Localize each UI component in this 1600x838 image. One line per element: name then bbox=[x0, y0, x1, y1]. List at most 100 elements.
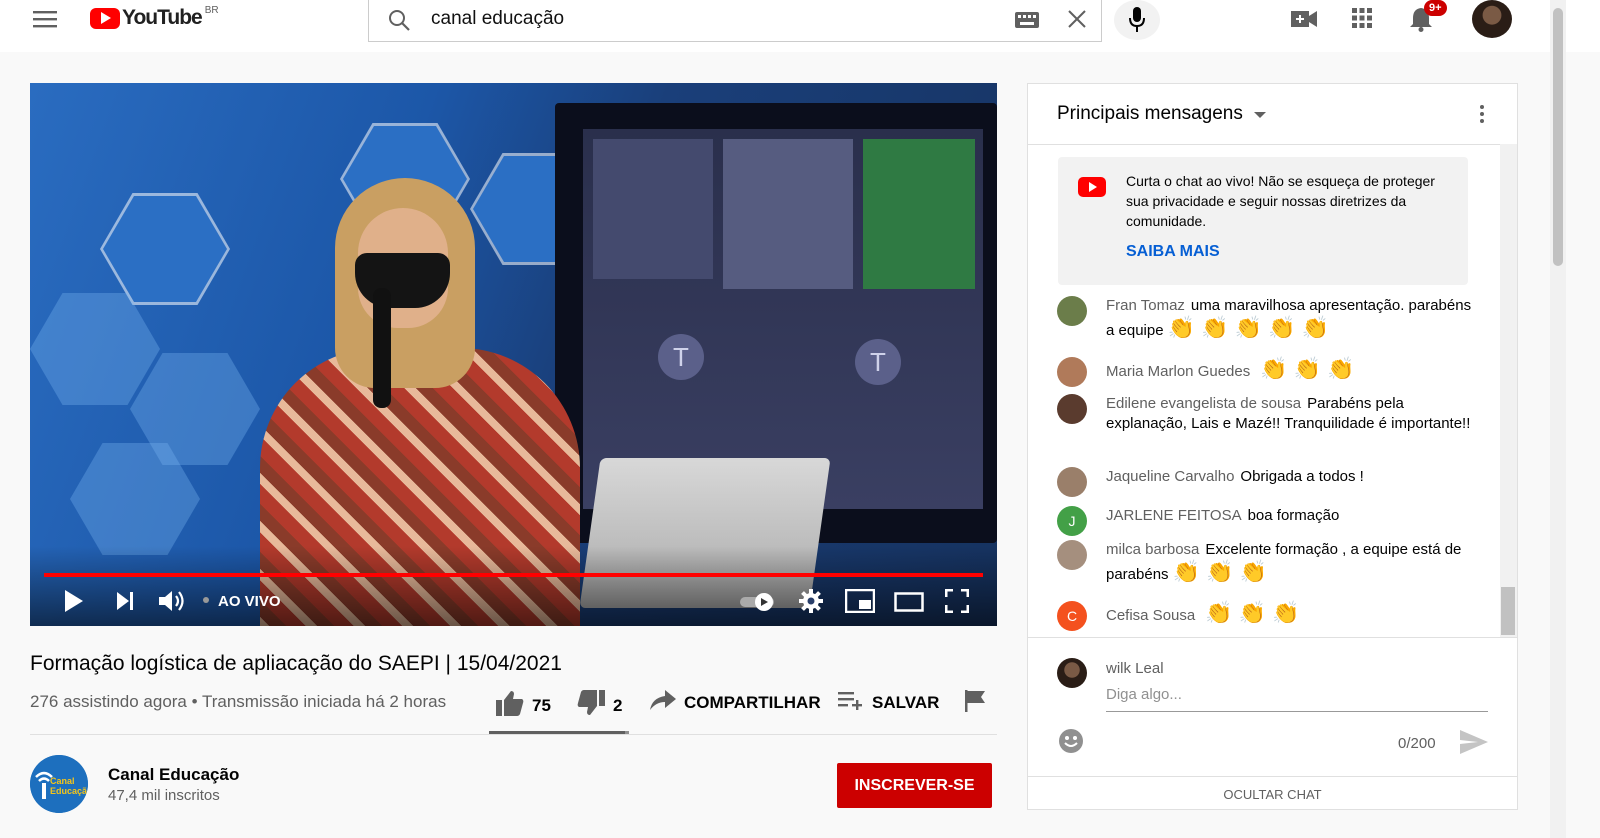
channel-avatar-text: Canal Educação bbox=[50, 776, 88, 796]
clear-icon[interactable] bbox=[1067, 9, 1087, 34]
chat-message: Edilene evangelista de sousa Parabéns pel… bbox=[1057, 394, 1477, 454]
menu-icon[interactable] bbox=[28, 6, 62, 32]
chat-input-area: wilk Leal Diga algo... 0/200 bbox=[1028, 637, 1517, 778]
chat-author[interactable]: Maria Marlon Guedes bbox=[1106, 363, 1250, 380]
chat-title: Principais mensagens bbox=[1057, 103, 1243, 125]
send-icon[interactable] bbox=[1460, 730, 1488, 759]
current-user-name: wilk Leal bbox=[1106, 660, 1164, 677]
chat-author[interactable]: Jaqueline Carvalho bbox=[1106, 468, 1234, 485]
share-label: COMPARTILHAR bbox=[684, 692, 821, 712]
chat-avatar bbox=[1057, 394, 1087, 424]
save-label: SALVAR bbox=[872, 692, 940, 712]
autoplay-toggle-icon[interactable] bbox=[740, 591, 776, 613]
chat-author[interactable]: milca barbosa bbox=[1106, 541, 1199, 558]
chat-message: Jaqueline Carvalho Obrigada a todos ! bbox=[1057, 467, 1477, 497]
char-counter: 0/200 bbox=[1398, 735, 1436, 752]
search-input[interactable]: canal educação bbox=[431, 8, 564, 30]
chat-text: boa formação bbox=[1247, 507, 1340, 524]
youtube-logo[interactable]: YouTube BR bbox=[90, 5, 219, 30]
hide-chat-button[interactable]: OCULTAR CHAT bbox=[1028, 776, 1517, 811]
chat-message: C Cefisa Sousa 👏 👏 👏 bbox=[1057, 601, 1477, 631]
live-chat: Principais mensagens Curta o chat ao viv… bbox=[1027, 83, 1518, 810]
chat-author[interactable]: JARLENE FEITOSA bbox=[1106, 507, 1242, 524]
keyboard-icon[interactable] bbox=[1015, 12, 1039, 33]
apps-icon[interactable] bbox=[1350, 6, 1374, 30]
like-count: 75 bbox=[532, 695, 551, 715]
more-vert-icon[interactable] bbox=[1479, 104, 1489, 126]
share-button[interactable]: COMPARTILHAR bbox=[650, 690, 821, 715]
save-playlist-icon bbox=[838, 690, 864, 715]
youtube-logo-icon bbox=[1078, 177, 1106, 202]
chat-emoji: 👏 👏 👏 bbox=[1260, 356, 1355, 381]
chat-emoji: 👏 👏 👏 bbox=[1205, 600, 1300, 625]
dropdown-icon bbox=[1254, 103, 1267, 125]
participant-avatar: T bbox=[658, 334, 704, 380]
report-button[interactable] bbox=[965, 690, 985, 717]
channel-name[interactable]: Canal Educação bbox=[108, 765, 239, 785]
chat-emoji: 👏 👏 👏 bbox=[1172, 559, 1268, 584]
user-avatar[interactable] bbox=[1472, 0, 1512, 38]
notification-badge: 9+ bbox=[1424, 0, 1447, 16]
chat-avatar bbox=[1057, 467, 1087, 497]
chat-mode-selector[interactable]: Principais mensagens bbox=[1057, 103, 1267, 125]
create-video-icon[interactable] bbox=[1290, 8, 1318, 30]
chat-message: Maria Marlon Guedes 👏 👏 👏 bbox=[1057, 357, 1477, 387]
flag-icon bbox=[965, 690, 985, 717]
chat-author[interactable]: Edilene evangelista de sousa bbox=[1106, 395, 1301, 412]
volume-icon[interactable] bbox=[158, 587, 188, 615]
current-user-avatar bbox=[1057, 658, 1087, 688]
like-button[interactable]: 75 bbox=[496, 690, 551, 721]
settings-icon[interactable] bbox=[798, 588, 824, 614]
search-icon bbox=[387, 8, 411, 37]
chat-message-input[interactable]: Diga algo... bbox=[1106, 686, 1488, 712]
chat-author[interactable]: Cefisa Sousa bbox=[1106, 607, 1195, 624]
logo-text: YouTube bbox=[122, 6, 203, 29]
dislike-icon bbox=[577, 690, 605, 721]
chat-welcome-banner: Curta o chat ao vivo! Não se esqueça de … bbox=[1058, 157, 1468, 285]
next-icon[interactable] bbox=[113, 589, 137, 613]
divider bbox=[30, 734, 997, 735]
chat-avatar bbox=[1057, 296, 1087, 326]
search-box[interactable]: canal educação bbox=[368, 0, 1102, 42]
video-call-screen: T T bbox=[583, 129, 983, 509]
chat-scrollbar[interactable] bbox=[1500, 144, 1517, 637]
chat-avatar-initial: C bbox=[1066, 608, 1078, 624]
youtube-logo-icon bbox=[90, 7, 120, 29]
chat-text: Obrigada a todos ! bbox=[1240, 468, 1364, 485]
dislike-count: 2 bbox=[613, 695, 623, 715]
chat-message: Fran Tomaz uma maravilhosa apresentação. … bbox=[1057, 296, 1477, 340]
chat-scrollbar-thumb[interactable] bbox=[1501, 587, 1515, 635]
video-meta: 276 assistindo agora • Transmissão inici… bbox=[30, 692, 447, 711]
live-label[interactable]: AO VIVO bbox=[218, 593, 281, 610]
video-player[interactable]: T T AO VIVO bbox=[30, 83, 997, 626]
save-button[interactable]: SALVAR bbox=[838, 690, 939, 715]
participant-avatar: T bbox=[855, 339, 901, 385]
subscribe-button[interactable]: INSCREVER-SE bbox=[837, 763, 992, 808]
channel-subscribers: 47,4 mil inscritos bbox=[108, 787, 220, 804]
miniplayer-icon[interactable] bbox=[844, 588, 876, 614]
progress-bar[interactable] bbox=[44, 573, 983, 577]
voice-search-button[interactable] bbox=[1114, 0, 1160, 40]
chat-author[interactable]: Fran Tomaz bbox=[1106, 297, 1185, 314]
chat-avatar bbox=[1057, 357, 1087, 387]
progress-fill bbox=[44, 573, 983, 577]
play-icon[interactable] bbox=[60, 588, 86, 614]
chat-avatar: J bbox=[1057, 506, 1087, 536]
chat-avatar: C bbox=[1057, 601, 1087, 631]
like-icon bbox=[496, 690, 524, 721]
live-dot bbox=[203, 597, 209, 603]
chat-header: Principais mensagens bbox=[1028, 84, 1517, 145]
channel-avatar[interactable]: Canal Educação bbox=[30, 755, 88, 813]
chat-avatar-initial: J bbox=[1068, 513, 1076, 529]
masthead: YouTube BR canal educação 9+ bbox=[0, 0, 1600, 52]
theater-icon[interactable] bbox=[893, 591, 925, 613]
page-scrollbar-thumb[interactable] bbox=[1553, 8, 1563, 266]
chat-avatar bbox=[1057, 540, 1087, 570]
call-tile bbox=[863, 139, 975, 289]
dislike-button[interactable]: 2 bbox=[577, 690, 622, 721]
emoji-icon[interactable] bbox=[1058, 728, 1084, 759]
fullscreen-icon[interactable] bbox=[944, 588, 970, 614]
share-icon bbox=[650, 690, 676, 715]
call-tile bbox=[723, 139, 853, 289]
learn-more-link[interactable]: SAIBA MAIS bbox=[1126, 243, 1220, 261]
